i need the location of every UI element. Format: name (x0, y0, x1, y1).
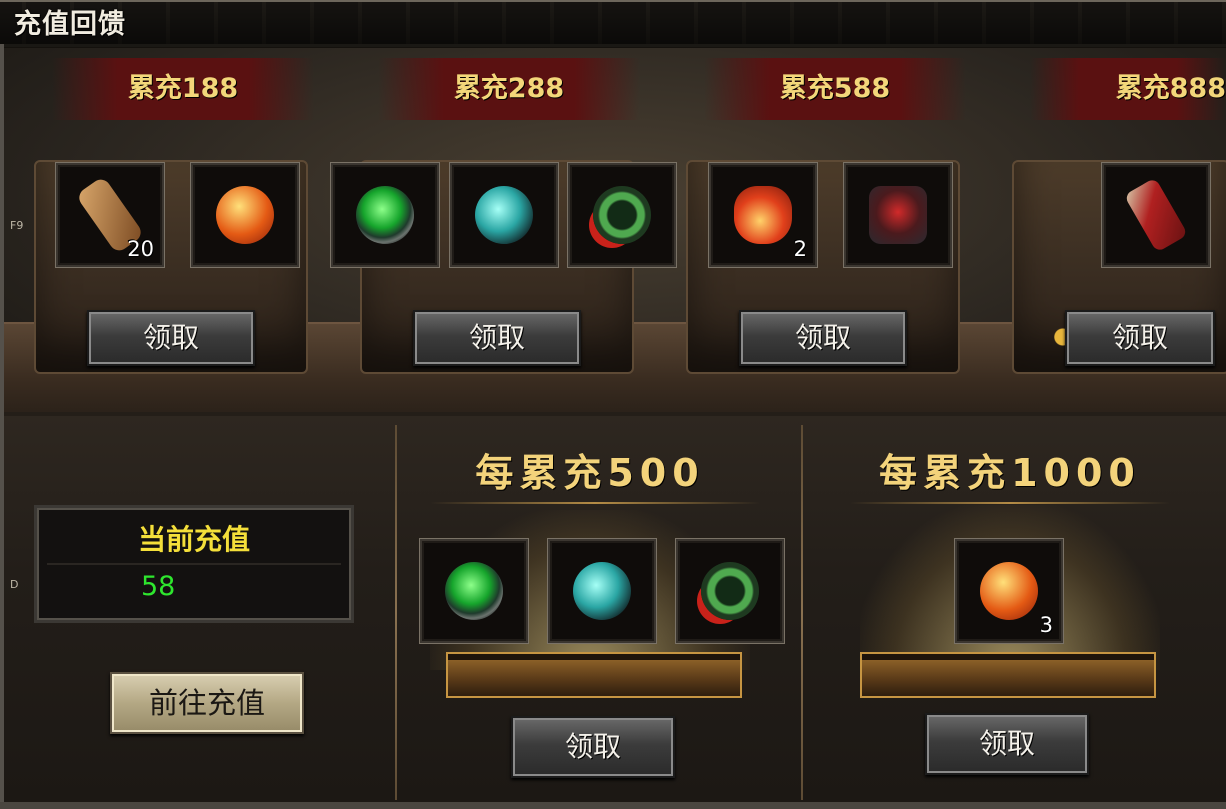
claim-button[interactable]: 领取 (87, 310, 255, 366)
teal-crystal-icon (573, 562, 631, 620)
green-orb-icon (356, 186, 414, 244)
reward-slot[interactable] (548, 539, 656, 643)
hotkey-label: F9 (10, 219, 24, 232)
go-recharge-button[interactable]: 前往充值 (110, 672, 304, 734)
item-count: 20 (127, 237, 154, 261)
claim-button[interactable]: 领取 (413, 310, 581, 366)
item-count: 3 (1039, 613, 1053, 637)
red-scroll-icon (1123, 177, 1189, 253)
reward-slot[interactable]: 20 (56, 163, 164, 267)
hotkey-label: D (10, 578, 19, 591)
repeat-reward-title: 每累充1000 (879, 451, 1141, 495)
divider (47, 563, 341, 565)
reward-slot[interactable] (191, 163, 299, 267)
teal-crystal-icon (475, 186, 533, 244)
display-pedestal (860, 652, 1156, 698)
reward-slot[interactable]: 3 (955, 539, 1063, 643)
claim-button[interactable]: 领取 (511, 716, 675, 778)
green-orb-icon (445, 562, 503, 620)
current-recharge-label: 当前充值 (137, 523, 250, 556)
jade-amulet-icon (701, 562, 759, 620)
title-underline (850, 502, 1170, 504)
tier-title: 累充188 (52, 58, 314, 120)
tier-title: 累充588 (704, 58, 966, 120)
item-count: 2 (793, 237, 807, 261)
panel-divider (801, 425, 803, 800)
current-recharge-box: 当前充值 58 (34, 505, 354, 623)
title-underline (430, 502, 760, 504)
reward-slot[interactable] (331, 163, 439, 267)
armor-icon (869, 186, 927, 244)
tier-title: 累充888 (1030, 58, 1226, 120)
window-bottom-border (0, 802, 1226, 809)
claim-button[interactable]: 领取 (925, 713, 1089, 775)
tier-title: 累充288 (378, 58, 640, 120)
jade-amulet-icon (593, 186, 651, 244)
potion-icon (734, 186, 792, 244)
panel-divider (395, 425, 397, 800)
fire-gem-icon (216, 186, 274, 244)
claim-button[interactable]: 领取 (1065, 310, 1215, 366)
repeat-reward-title: 每累充500 (475, 451, 705, 495)
reward-slot[interactable] (568, 163, 676, 267)
title-bar: 充值回馈 (0, 0, 1226, 47)
fire-gem-icon (980, 562, 1038, 620)
claim-button[interactable]: 领取 (739, 310, 907, 366)
reward-slot[interactable] (844, 163, 952, 267)
window-title: 充值回馈 (14, 9, 126, 40)
reward-slot[interactable] (676, 539, 784, 643)
current-recharge-value: 58 (141, 571, 176, 602)
reward-slot[interactable]: 2 (709, 163, 817, 267)
reward-slot[interactable] (450, 163, 558, 267)
reward-slot[interactable] (1102, 163, 1210, 267)
display-pedestal (446, 652, 742, 698)
reward-slot[interactable] (420, 539, 528, 643)
